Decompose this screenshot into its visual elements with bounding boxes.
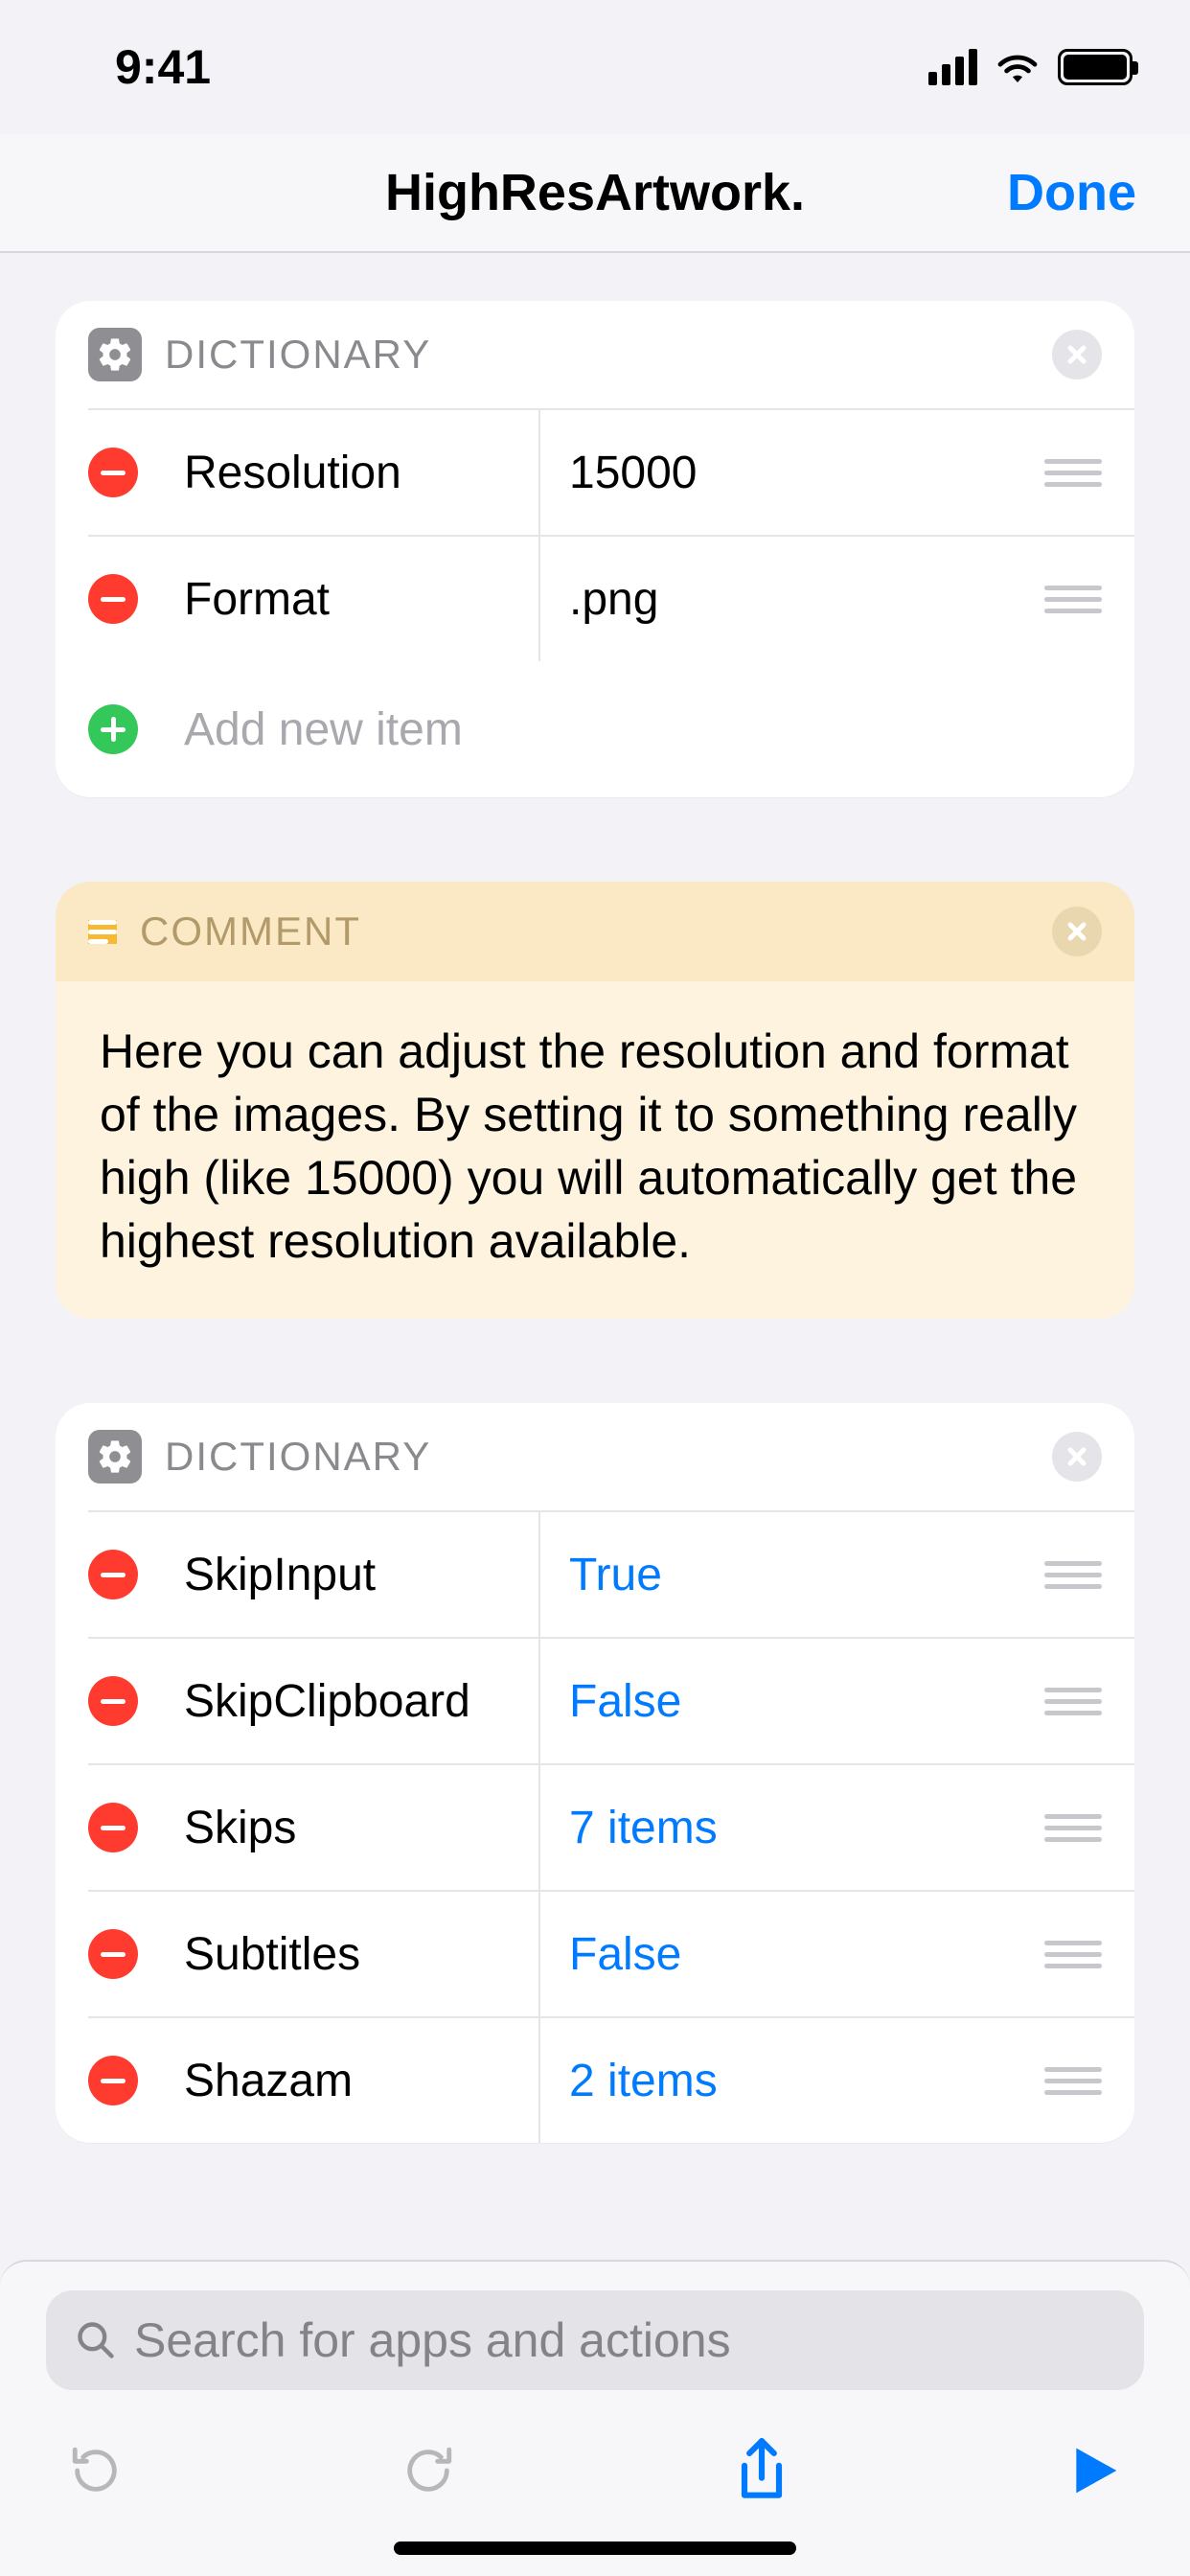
- remove-row-button[interactable]: [88, 1803, 138, 1852]
- dictionary-value[interactable]: False: [569, 1928, 1021, 1981]
- share-button[interactable]: [729, 2438, 794, 2503]
- remove-row-button[interactable]: [88, 1550, 138, 1599]
- cellular-icon: [928, 49, 977, 85]
- search-input[interactable]: Search for apps and actions: [46, 2290, 1144, 2390]
- gear-icon: [88, 1430, 142, 1484]
- action-header[interactable]: DICTIONARY: [56, 301, 1134, 408]
- action-header[interactable]: COMMENT: [56, 882, 1134, 981]
- remove-row-button[interactable]: [88, 1676, 138, 1726]
- home-indicator: [394, 2542, 796, 2555]
- dictionary-action-2[interactable]: DICTIONARY SkipInput True SkipClipboard …: [56, 1403, 1134, 2143]
- action-title: COMMENT: [140, 908, 361, 954]
- done-button[interactable]: Done: [1007, 163, 1136, 222]
- dictionary-row[interactable]: Format .png: [88, 535, 1134, 661]
- dictionary-row[interactable]: Shazam 2 items: [88, 2016, 1134, 2143]
- dictionary-key[interactable]: Format: [184, 573, 538, 626]
- status-time: 9:41: [115, 39, 211, 95]
- dictionary-value[interactable]: .png: [569, 573, 1021, 626]
- dictionary-row[interactable]: Subtitles False: [88, 1890, 1134, 2016]
- dictionary-action-1[interactable]: DICTIONARY Resolution 15000 Format .png: [56, 301, 1134, 797]
- dictionary-key[interactable]: Subtitles: [184, 1928, 538, 1981]
- status-bar: 9:41: [0, 0, 1190, 134]
- comment-text[interactable]: Here you can adjust the resolution and f…: [56, 981, 1134, 1319]
- bottom-toolbar: [46, 2390, 1144, 2532]
- drag-handle-icon[interactable]: [1044, 586, 1102, 613]
- delete-action-button[interactable]: [1052, 907, 1102, 956]
- search-icon: [75, 2319, 117, 2361]
- drag-handle-icon[interactable]: [1044, 2067, 1102, 2095]
- remove-row-button[interactable]: [88, 2056, 138, 2105]
- drag-handle-icon[interactable]: [1044, 459, 1102, 487]
- add-row[interactable]: Add new item: [56, 661, 1134, 797]
- run-button[interactable]: [1062, 2438, 1127, 2503]
- comment-icon: [88, 920, 117, 944]
- remove-row-button[interactable]: [88, 448, 138, 497]
- status-indicators: [928, 49, 1133, 85]
- remove-row-button[interactable]: [88, 574, 138, 624]
- dictionary-value[interactable]: False: [569, 1675, 1021, 1728]
- action-title: DICTIONARY: [165, 1434, 431, 1480]
- bottom-panel: Search for apps and actions: [0, 2260, 1190, 2576]
- workflow-content: DICTIONARY Resolution 15000 Format .png: [0, 253, 1190, 2526]
- dictionary-key[interactable]: SkipInput: [184, 1549, 538, 1601]
- drag-handle-icon[interactable]: [1044, 1814, 1102, 1842]
- action-header[interactable]: DICTIONARY: [56, 1403, 1134, 1510]
- add-row-button[interactable]: [88, 704, 138, 754]
- dictionary-row[interactable]: Resolution 15000: [88, 408, 1134, 535]
- page-title: HighResArtwork.: [385, 163, 805, 222]
- dictionary-key[interactable]: Shazam: [184, 2055, 538, 2107]
- dictionary-row[interactable]: SkipClipboard False: [88, 1637, 1134, 1763]
- dictionary-key[interactable]: Skips: [184, 1802, 538, 1854]
- redo-button[interactable]: [396, 2438, 461, 2503]
- dictionary-value[interactable]: 15000: [569, 447, 1021, 499]
- dictionary-row[interactable]: Skips 7 items: [88, 1763, 1134, 1890]
- dictionary-value[interactable]: 2 items: [569, 2055, 1021, 2107]
- add-row-label: Add new item: [184, 703, 463, 756]
- action-title: DICTIONARY: [165, 332, 431, 378]
- remove-row-button[interactable]: [88, 1929, 138, 1979]
- search-placeholder: Search for apps and actions: [134, 2312, 731, 2368]
- battery-icon: [1058, 49, 1133, 85]
- nav-bar: HighResArtwork. Done: [0, 134, 1190, 253]
- dictionary-value[interactable]: 7 items: [569, 1802, 1021, 1854]
- gear-icon: [88, 328, 142, 381]
- delete-action-button[interactable]: [1052, 330, 1102, 380]
- dictionary-key[interactable]: Resolution: [184, 447, 538, 499]
- wifi-icon: [995, 50, 1041, 84]
- delete-action-button[interactable]: [1052, 1432, 1102, 1482]
- dictionary-value[interactable]: True: [569, 1549, 1021, 1601]
- drag-handle-icon[interactable]: [1044, 1688, 1102, 1715]
- drag-handle-icon[interactable]: [1044, 1941, 1102, 1968]
- undo-button[interactable]: [63, 2438, 128, 2503]
- drag-handle-icon[interactable]: [1044, 1561, 1102, 1589]
- comment-action[interactable]: COMMENT Here you can adjust the resoluti…: [56, 882, 1134, 1319]
- dictionary-row[interactable]: SkipInput True: [88, 1510, 1134, 1637]
- dictionary-key[interactable]: SkipClipboard: [184, 1675, 538, 1728]
